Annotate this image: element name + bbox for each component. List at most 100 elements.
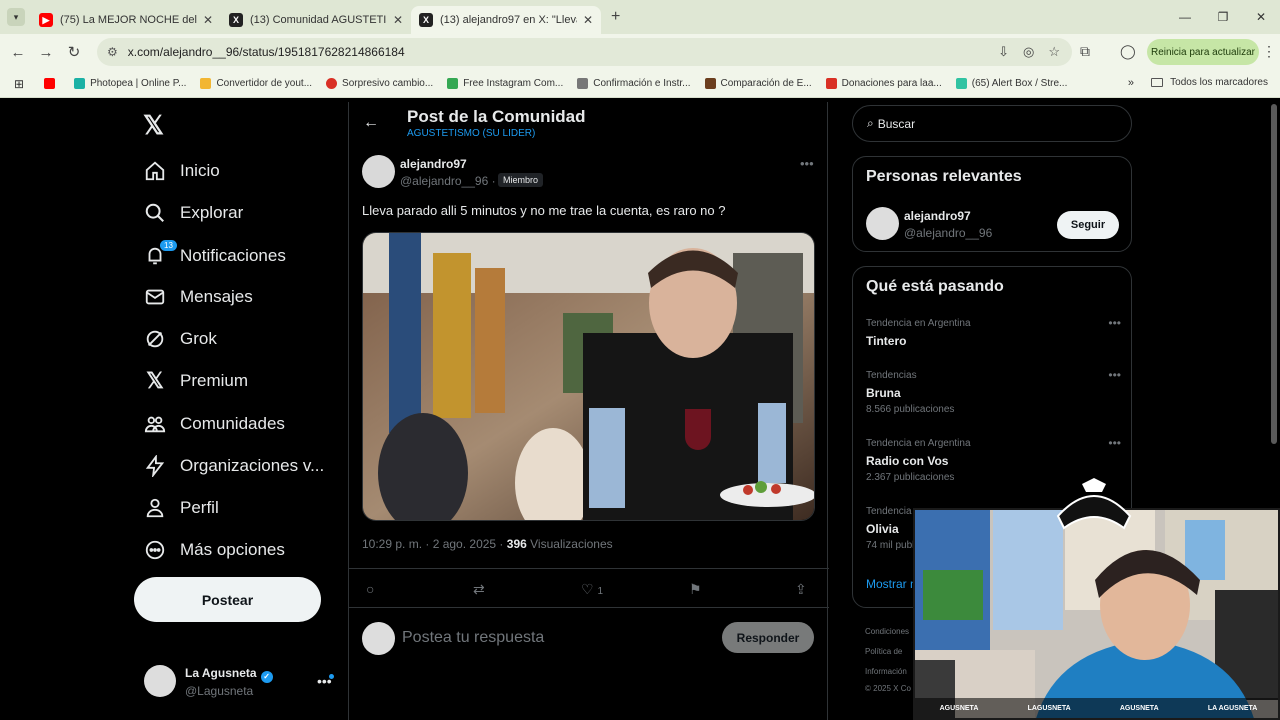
browser-tab-2[interactable]: X (13) Comunidad AGUSTETISMO ✕ [221, 6, 411, 34]
youtube-handle: LA AGUSNETA [1207, 704, 1258, 712]
avatar[interactable] [362, 155, 395, 188]
more-icon[interactable]: ••• [1108, 436, 1121, 450]
relevant-name[interactable]: alejandro97 [904, 209, 971, 223]
eye-off-icon[interactable]: ◎ [1023, 44, 1034, 60]
page-scrollbar[interactable] [1271, 104, 1277, 444]
bookmark-comparacion[interactable]: Comparación de E... [704, 78, 812, 89]
x-logo-icon[interactable]: 𝕏 [143, 110, 164, 141]
bookmarks-bar: ⊞ Photopea | Online P... Convertidor de … [0, 70, 1280, 98]
agusneta-logo [1052, 476, 1136, 536]
reply-icon[interactable]: ○ [366, 581, 374, 597]
close-tab-icon[interactable]: ✕ [583, 13, 593, 27]
streamlabs-icon [955, 78, 967, 89]
notification-badge: 13 [160, 240, 177, 251]
more-icon[interactable]: ••• [1108, 368, 1121, 382]
card-title: Qué está pasando [866, 278, 1004, 295]
new-tab-button[interactable]: + [611, 8, 620, 26]
reply-button[interactable]: Responder [722, 622, 814, 653]
bookmark-sorpresivo[interactable]: Sorpresivo cambio... [326, 78, 433, 89]
sidebar-item-explorar[interactable]: Explorar [142, 195, 243, 231]
card-title: Personas relevantes [866, 168, 1022, 185]
search-input[interactable]: ⌕ Buscar [852, 105, 1132, 142]
apps-grid-icon[interactable]: ⊞ [14, 77, 24, 91]
tab-search-button[interactable]: ▾ [7, 8, 25, 26]
forward-icon[interactable]: → [32, 44, 60, 61]
browser-tab-1[interactable]: ▶ (75) La MEJOR NOCHE del MUN ✕ [31, 6, 221, 34]
relevant-handle: @alejandro__96 [904, 226, 993, 240]
search-icon: ⌕ [867, 116, 874, 130]
bookmark-icon[interactable]: ⚑ [689, 581, 702, 598]
sidebar-item-organizaciones[interactable]: Organizaciones v... [142, 448, 324, 484]
post-handle[interactable]: @alejandro__96 · [400, 174, 496, 188]
news-icon [326, 78, 338, 89]
reload-icon[interactable]: ↻ [60, 43, 88, 61]
share-icon[interactable]: ⇪ [795, 581, 807, 598]
install-icon[interactable]: ⇩ [998, 44, 1009, 60]
extensions-icon[interactable]: ⧉ [1080, 43, 1090, 60]
more-icon[interactable]: ••• [800, 156, 814, 171]
community-link[interactable]: AGUSTETISMO (SU LIDER) [407, 128, 535, 139]
avatar[interactable] [866, 207, 899, 240]
sidebar-item-perfil[interactable]: Perfil [142, 490, 219, 526]
more-bookmarks-icon[interactable]: » [1128, 77, 1134, 89]
footer-link[interactable]: Condiciones [865, 627, 909, 636]
footer-link[interactable]: Política de [865, 647, 902, 656]
site-settings-icon[interactable]: ⚙ [107, 45, 118, 59]
sidebar-item-inicio[interactable]: Inicio [142, 153, 220, 189]
sidebar-item-mas-opciones[interactable]: Más opciones [142, 532, 285, 568]
profile-icon[interactable]: ◯ [1120, 43, 1136, 60]
back-arrow-icon[interactable]: ← [363, 114, 379, 132]
url-field[interactable]: ⚙ x.com/alejandro__96/status/19518176282… [97, 38, 1072, 66]
more-icon[interactable]: ••• [1108, 316, 1121, 330]
youtube-icon: ▶ [39, 13, 53, 27]
sidebar-item-grok[interactable]: Grok [142, 321, 217, 357]
browser-menu-icon[interactable]: ⋮ [1262, 43, 1276, 60]
sidebar-item-mensajes[interactable]: Mensajes [142, 279, 253, 315]
home-icon [142, 158, 168, 184]
restore-icon[interactable]: ❐ [1204, 10, 1242, 24]
bookmark-convertidor[interactable]: Convertidor de yout... [200, 78, 312, 89]
bookmark-youtube[interactable] [44, 78, 60, 89]
bookmark-alertbox[interactable]: (65) Alert Box / Stre... [955, 78, 1067, 89]
like-count: 1 [597, 586, 604, 597]
footer-copyright: © 2025 X Co [865, 684, 911, 693]
bookmark-instagram[interactable]: Free Instagram Com... [447, 78, 563, 89]
minimize-icon[interactable]: — [1166, 10, 1204, 24]
bookmark-confirmacion[interactable]: Confirmación e Instr... [577, 78, 691, 89]
sidebar-item-comunidades[interactable]: Comunidades [142, 406, 285, 442]
follow-button[interactable]: Seguir [1057, 211, 1119, 239]
x-icon: X [419, 13, 433, 27]
footer-link[interactable]: Información [865, 667, 907, 676]
bookmark-photopea[interactable]: Photopea | Online P... [74, 78, 186, 89]
all-bookmarks[interactable]: Todos los marcadores [1151, 77, 1268, 88]
post-button[interactable]: Postear [134, 577, 321, 622]
post-meta: 10:29 p. m. · 2 ago. 2025 · 396 Visualiz… [362, 537, 613, 551]
webcam-overlay: AGUSNETA LAGUSNETA AGUSNETA LA AGUSNETA [913, 508, 1280, 720]
post-author[interactable]: alejandro97 [400, 157, 467, 171]
mail-icon [142, 284, 168, 310]
repost-icon[interactable]: ⇄ [473, 581, 485, 598]
page-title: Post de la Comunidad [407, 107, 586, 126]
update-button[interactable]: Reinicia para actualizar [1147, 39, 1259, 65]
browser-tab-bar: ▾ ▶ (75) La MEJOR NOCHE del MUN ✕ X (13)… [0, 0, 1280, 34]
bookmark-donaciones[interactable]: Donaciones para laa... [825, 78, 942, 89]
c-icon [825, 78, 837, 89]
sidebar-item-notificaciones[interactable]: 13 Notificaciones [142, 238, 286, 274]
trend-item[interactable]: Tendencia en Argentina Tintero ••• [866, 316, 1126, 348]
x-handle: LAGUSNETA [1027, 704, 1071, 712]
folder-icon [200, 78, 212, 89]
close-tab-icon[interactable]: ✕ [203, 13, 213, 27]
trend-item[interactable]: Tendencias Bruna 8.566 publicaciones ••• [866, 368, 1126, 415]
post-image[interactable] [362, 232, 815, 521]
sidebar-item-premium[interactable]: 𝕏 Premium [142, 363, 248, 399]
link-icon [577, 78, 589, 89]
like-icon[interactable]: ♡ 1 [581, 581, 603, 598]
browser-tab-3-active[interactable]: X (13) alejandro97 en X: "Lleva pa ✕ [411, 6, 601, 34]
reply-input[interactable]: Postea tu respuesta [402, 629, 544, 647]
verified-icon: ✓ [260, 671, 273, 683]
account-switcher[interactable]: La Agusneta ✓ @Lagusneta ••• [144, 663, 344, 703]
close-window-icon[interactable]: ✕ [1242, 10, 1280, 24]
close-tab-icon[interactable]: ✕ [393, 13, 403, 27]
back-icon[interactable]: ← [4, 44, 32, 61]
star-icon[interactable]: ☆ [1048, 44, 1060, 60]
